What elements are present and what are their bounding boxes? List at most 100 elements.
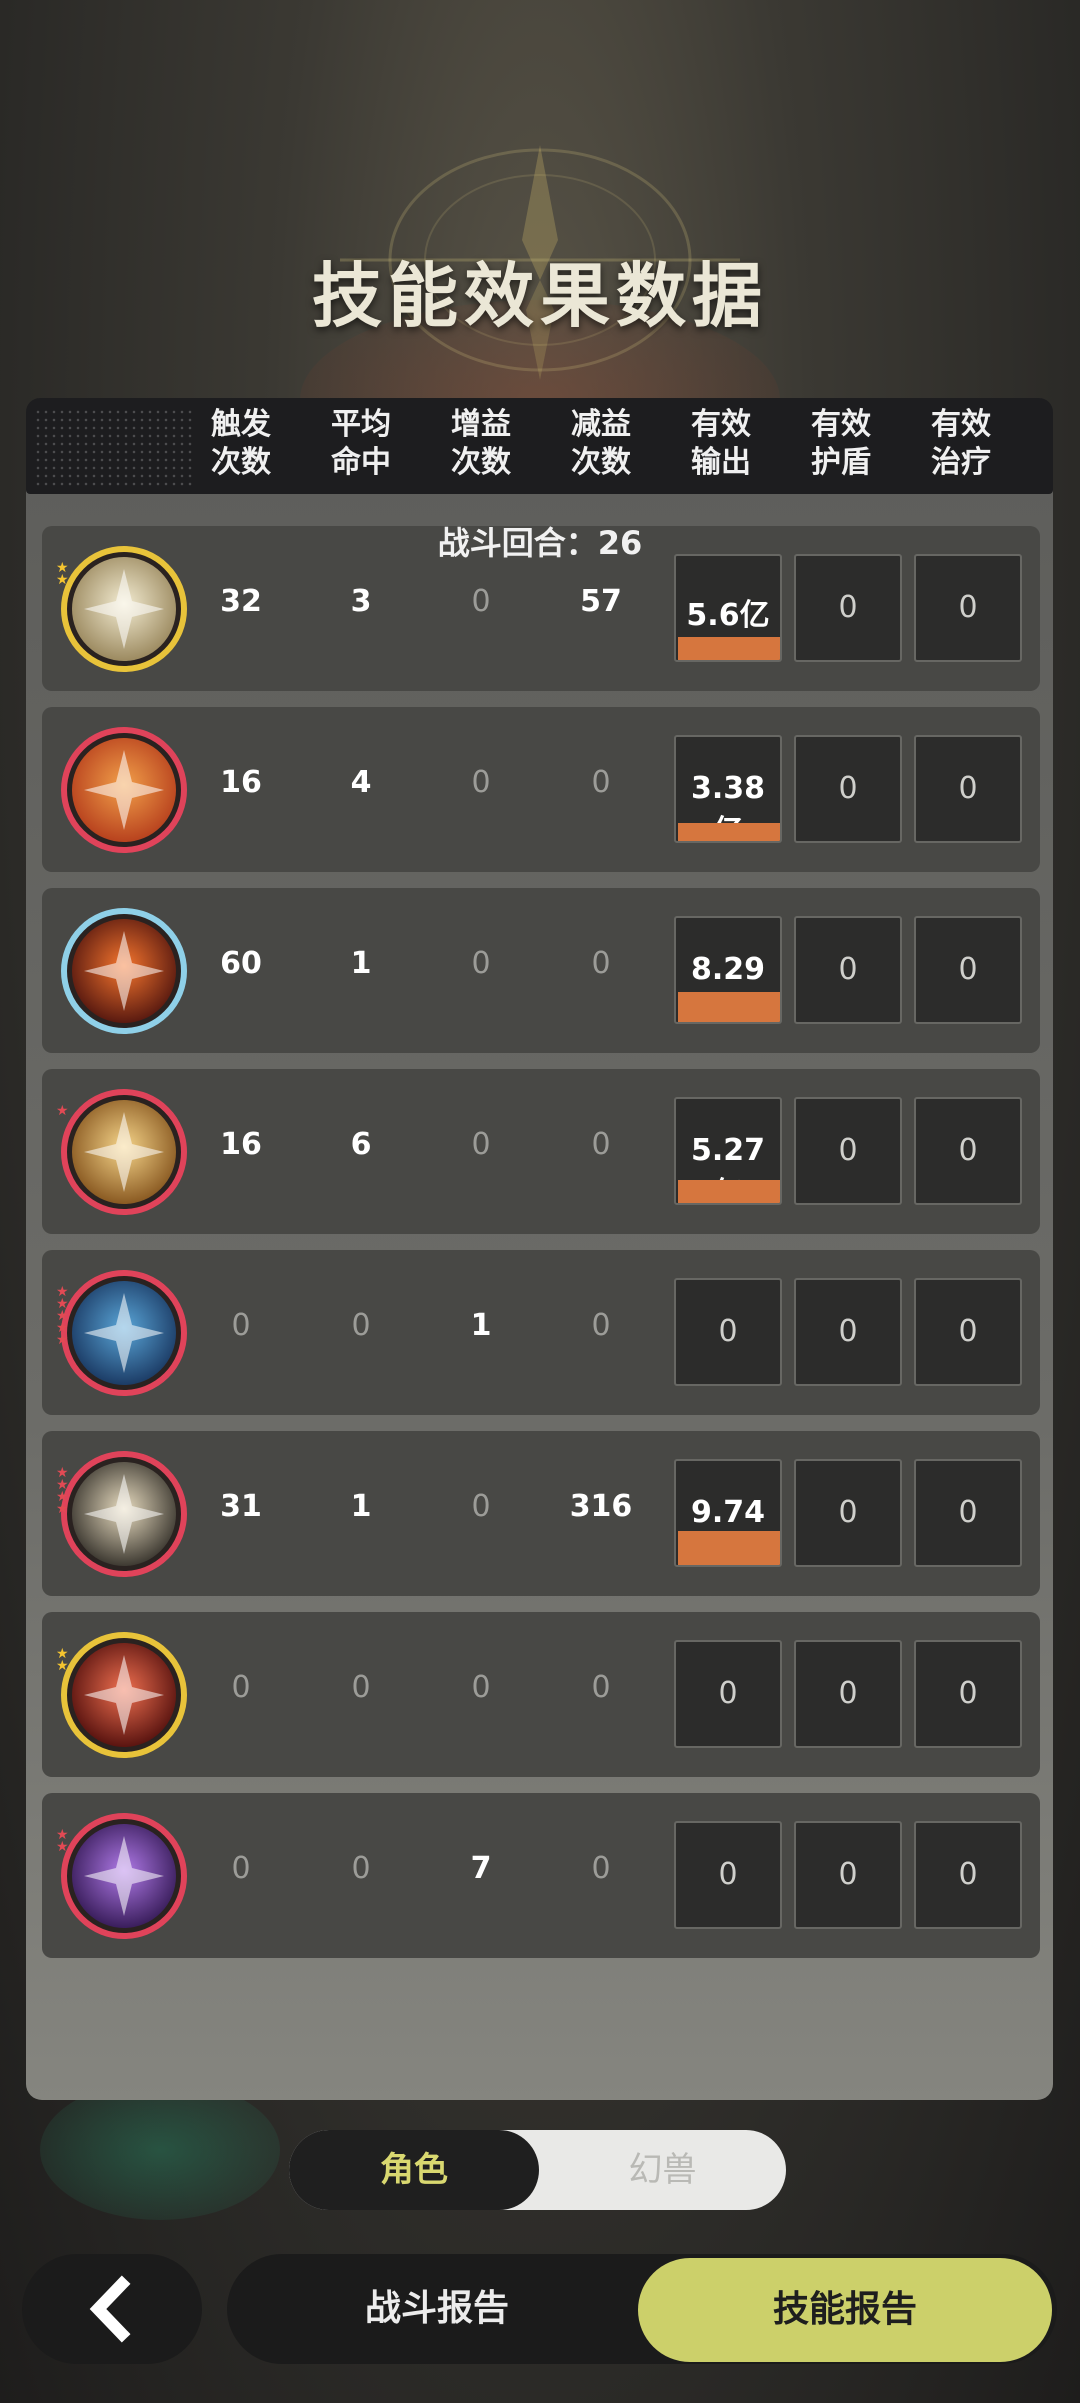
effective-heal-cell: 0: [914, 1459, 1022, 1567]
cell-value: 0: [958, 1495, 978, 1530]
effective-output-cell: 5.6亿: [674, 554, 782, 662]
column-header-effective-heal: 有效 治疗: [931, 407, 991, 480]
debuff-count: 0: [591, 765, 611, 800]
table-row: ★ ★ 0 0 7 0 0 0 0: [42, 1793, 1040, 1958]
cell-value: 0: [958, 952, 978, 987]
trigger-count: 32: [220, 584, 262, 619]
buff-count: 0: [471, 1489, 491, 1524]
output-bar: [678, 1180, 780, 1203]
trigger-count: 60: [220, 946, 262, 981]
cell-value: 0: [958, 1314, 978, 1349]
cell-value: 0: [838, 1857, 858, 1892]
avg-hits: 0: [351, 1308, 371, 1343]
output-bar: [678, 1531, 780, 1565]
avg-hits: 1: [350, 946, 372, 981]
page-title: 技能效果数据: [312, 255, 768, 337]
effective-shield-cell: 0: [794, 554, 902, 662]
golden-slash-skill-icon[interactable]: [60, 1088, 188, 1216]
red-burst-skill-icon[interactable]: [60, 1631, 188, 1759]
effective-heal-cell: 0: [914, 1640, 1022, 1748]
tab-skill-report[interactable]: 技能报告: [638, 2258, 1052, 2362]
table-row: 16 4 0 0 3.38亿 0 0: [42, 707, 1040, 872]
column-header-debuff-count: 减益 次数: [571, 407, 631, 480]
effective-output-cell: 0: [674, 1278, 782, 1386]
avg-hits: 1: [350, 1489, 372, 1524]
buff-count: 0: [471, 946, 491, 981]
starburst-skill-icon[interactable]: [60, 545, 188, 673]
effective-output-cell: 5.27亿: [674, 1097, 782, 1205]
buff-count: 1: [470, 1308, 492, 1343]
column-header-effective-output: 有效 输出: [691, 407, 751, 480]
cell-value: 0: [838, 952, 858, 987]
effective-output-cell: 0: [674, 1640, 782, 1748]
effective-output-cell: 8.29亿: [674, 916, 782, 1024]
effective-heal-cell: 0: [914, 916, 1022, 1024]
battle-round-label: 战斗回合：26: [437, 524, 643, 562]
blue-emblem-skill-icon[interactable]: [60, 1269, 188, 1397]
flame-swirl-skill-icon[interactable]: [60, 907, 188, 1035]
cell-value: 0: [958, 771, 978, 806]
chevron-left-icon: [89, 2275, 131, 2343]
output-bar: [678, 636, 780, 660]
effective-shield-cell: 0: [794, 916, 902, 1024]
trigger-count: 0: [231, 1670, 251, 1705]
cell-value: 0: [718, 1857, 738, 1892]
effective-shield-cell: 0: [794, 1821, 902, 1929]
trigger-count: 0: [231, 1308, 251, 1343]
effective-heal-cell: 0: [914, 554, 1022, 662]
buff-count: 0: [471, 1670, 491, 1705]
cell-value: 0: [958, 590, 978, 625]
table-row: 60 1 0 0 8.29亿 0 0: [42, 888, 1040, 1053]
trigger-count: 31: [220, 1489, 262, 1524]
effective-shield-cell: 0: [794, 1278, 902, 1386]
toggle-beast[interactable]: 幻兽: [539, 2130, 786, 2210]
back-button[interactable]: [22, 2254, 202, 2364]
star-rating: ★ ★: [56, 1647, 76, 1674]
header-pattern: [34, 408, 194, 486]
cell-value: 0: [958, 1676, 978, 1711]
debuff-count: 316: [569, 1489, 633, 1524]
column-header-trigger-count: 触发 次数: [211, 407, 271, 480]
cell-value: 0: [838, 1314, 858, 1349]
leaf-emblem-skill-icon[interactable]: [60, 1450, 188, 1578]
cell-value: 0: [718, 1314, 738, 1349]
tab-battle-report[interactable]: 战斗报告: [227, 2254, 647, 2364]
toggle-character[interactable]: 角色: [289, 2130, 539, 2210]
effective-output-cell: 9.74亿: [674, 1459, 782, 1567]
table-row: ★ ★ 0 0 0 0 0 0 0: [42, 1612, 1040, 1777]
star-rating: ★: [56, 1103, 76, 1119]
avg-hits: 0: [351, 1851, 371, 1886]
output-bar: [678, 991, 780, 1022]
cell-value: 0: [838, 1676, 858, 1711]
star-rating: ★ ★: [56, 1828, 76, 1855]
effective-output-cell: 3.38亿: [674, 735, 782, 843]
cell-value: 0: [838, 590, 858, 625]
cell-value: 0: [958, 1857, 978, 1892]
debuff-count: 0: [591, 1308, 611, 1343]
purple-figure-skill-icon[interactable]: [60, 1812, 188, 1940]
star-icon: ★: [56, 1658, 69, 1674]
effective-heal-cell: 0: [914, 1278, 1022, 1386]
trigger-count: 16: [220, 765, 262, 800]
effective-heal-cell: 0: [914, 1821, 1022, 1929]
avg-hits: 6: [350, 1127, 372, 1162]
table-row: ★ ★ ★ ★ ★ 0 0 1 0 0 0 0: [42, 1250, 1040, 1415]
avg-hits: 3: [350, 584, 372, 619]
debuff-count: 0: [591, 946, 611, 981]
effective-shield-cell: 0: [794, 735, 902, 843]
buff-count: 7: [470, 1851, 492, 1886]
whirlwind-fire-skill-icon[interactable]: [60, 726, 188, 854]
debuff-count: 57: [580, 584, 622, 619]
column-header-avg-hits: 平均 命中: [331, 407, 391, 480]
trigger-count: 16: [220, 1127, 262, 1162]
star-rating: ★ ★ ★ ★ ★: [56, 1285, 76, 1348]
cell-value: 0: [718, 1676, 738, 1711]
effective-shield-cell: 0: [794, 1459, 902, 1567]
debuff-count: 0: [591, 1670, 611, 1705]
table-row: ★★★★ 31 1 0 316 9.74亿 0 0: [42, 1431, 1040, 1596]
star-icon: ★: [56, 1332, 69, 1348]
star-icon: ★: [56, 1103, 69, 1119]
star-icon: ★: [56, 1839, 69, 1855]
effective-heal-cell: 0: [914, 1097, 1022, 1205]
effective-shield-cell: 0: [794, 1640, 902, 1748]
